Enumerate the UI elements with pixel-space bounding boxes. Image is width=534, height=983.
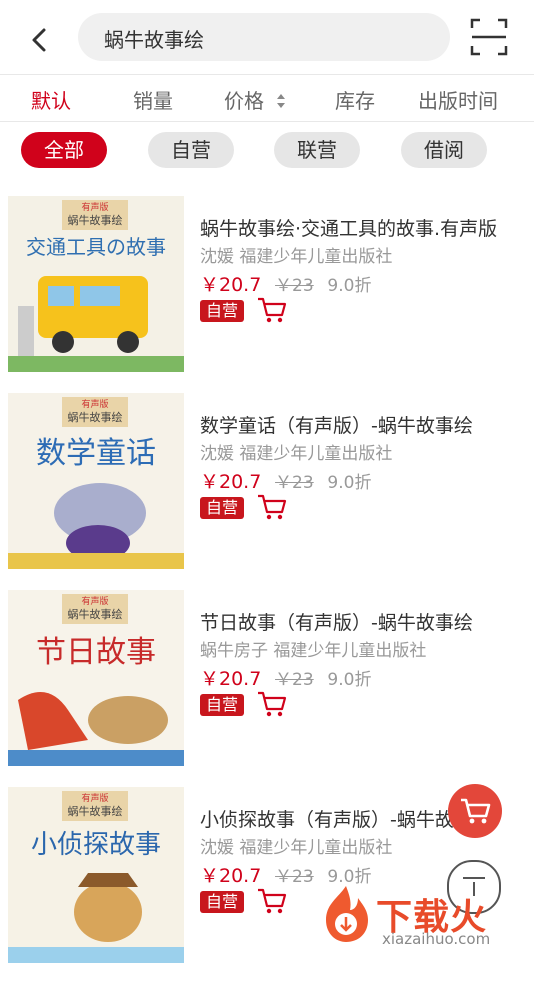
search-input[interactable]: 蜗牛故事绘 bbox=[78, 13, 450, 61]
product-item[interactable]: 有声版 蜗牛故事绘 数学童话 数学童话（有声版）-蜗牛故事绘 沈媛 福建少年儿童… bbox=[0, 393, 534, 589]
cart-icon[interactable] bbox=[256, 493, 288, 521]
product-title: 节日故事（有声版）-蜗牛故事绘 bbox=[200, 612, 473, 634]
cover-title: 节日故事 bbox=[36, 635, 156, 670]
cover-title: 交通工具の故事 bbox=[26, 235, 166, 259]
book-cover: 有声版 蜗牛故事绘 交通工具の故事 bbox=[8, 196, 184, 372]
product-publisher: 福建少年儿童出版社 bbox=[239, 838, 393, 858]
product-discount: 9.0折 bbox=[327, 276, 372, 296]
filter-borrow[interactable]: 借阅 bbox=[401, 132, 487, 168]
price-row: ￥20.7 ￥23 9.0折 bbox=[200, 467, 371, 494]
header: 蜗牛故事绘 bbox=[0, 0, 534, 74]
watermark-sub: xiazaihuo.com bbox=[382, 930, 491, 948]
cart-icon[interactable] bbox=[256, 690, 288, 718]
product-item[interactable]: 有声版 蜗牛故事绘 交通工具の故事 蜗牛故事绘·交通工具的故事.有声版 沈媛 福… bbox=[0, 196, 534, 392]
cover-badge: 有声版 bbox=[81, 792, 108, 804]
scan-icon[interactable] bbox=[470, 18, 508, 56]
product-old-price: ￥23 bbox=[275, 473, 314, 493]
product-price: ￥20.7 bbox=[200, 668, 262, 690]
book-cover: 有声版 蜗牛故事绘 节日故事 bbox=[8, 590, 184, 766]
sort-stock[interactable]: 库存 bbox=[335, 85, 375, 114]
product-discount: 9.0折 bbox=[327, 670, 372, 690]
product-author: 沈媛 福建少年儿童出版社 bbox=[200, 242, 392, 267]
book-cover: 有声版 蜗牛故事绘 数学童话 bbox=[8, 393, 184, 569]
cover-series: 蜗牛故事绘 bbox=[68, 213, 123, 227]
sort-bar: 默认 销量 价格 库存 出版时间 bbox=[0, 74, 534, 122]
product-title: 数学童话（有声版）-蜗牛故事绘 bbox=[200, 415, 473, 437]
cover-series: 蜗牛故事绘 bbox=[68, 410, 123, 424]
product-author-name: 沈媛 bbox=[200, 838, 234, 858]
back-icon[interactable] bbox=[22, 22, 58, 58]
product-author-name: 沈媛 bbox=[200, 444, 234, 464]
cart-icon[interactable] bbox=[256, 887, 288, 915]
cover-title: 数学童话 bbox=[36, 436, 156, 471]
product-price: ￥20.7 bbox=[200, 471, 262, 493]
flame-logo-icon bbox=[326, 886, 368, 942]
product-publisher: 福建少年儿童出版社 bbox=[239, 247, 393, 267]
self-operated-tag: 自营 bbox=[200, 694, 245, 716]
cover-badge: 有声版 bbox=[81, 595, 108, 607]
product-item[interactable]: 有声版 蜗牛故事绘 节日故事 节日故事（有声版）-蜗牛故事绘 蜗牛房子 福建少年… bbox=[0, 590, 534, 786]
product-author-name: 蜗牛房子 bbox=[200, 641, 268, 661]
product-price: ￥20.7 bbox=[200, 274, 262, 296]
sort-sales[interactable]: 销量 bbox=[133, 85, 173, 114]
price-row: ￥20.7 ￥23 9.0折 bbox=[200, 270, 371, 297]
cover-badge: 有声版 bbox=[81, 201, 108, 213]
product-publisher: 福建少年儿童出版社 bbox=[239, 444, 393, 464]
filter-all[interactable]: 全部 bbox=[21, 132, 107, 168]
product-old-price: ￥23 bbox=[275, 276, 314, 296]
sort-pub-time[interactable]: 出版时间 bbox=[418, 85, 498, 114]
product-old-price: ￥23 bbox=[275, 670, 314, 690]
watermark: 下载火 xiazaihuo.com bbox=[318, 880, 534, 949]
product-discount: 9.0折 bbox=[327, 473, 372, 493]
product-author-name: 沈媛 bbox=[200, 247, 234, 267]
search-query: 蜗牛故事绘 bbox=[104, 28, 204, 52]
product-old-price: ￥23 bbox=[275, 867, 314, 887]
price-row: ￥20.7 ￥23 9.0折 bbox=[200, 664, 371, 691]
self-operated-tag: 自营 bbox=[200, 891, 245, 913]
filter-chips: 全部 自营 联营 借阅 bbox=[0, 122, 534, 182]
product-publisher: 福建少年儿童出版社 bbox=[273, 641, 427, 661]
cover-title: 小侦探故事 bbox=[31, 830, 161, 860]
product-title: 蜗牛故事绘·交通工具的故事.有声版 bbox=[200, 218, 498, 240]
filter-joint-operated[interactable]: 联营 bbox=[274, 132, 360, 168]
cart-icon[interactable] bbox=[256, 296, 288, 324]
book-cover: 有声版 蜗牛故事绘 小侦探故事 bbox=[8, 787, 184, 963]
sort-price[interactable]: 价格 bbox=[224, 85, 286, 114]
sort-arrows-icon bbox=[277, 93, 286, 108]
fab-cart-icon bbox=[461, 798, 491, 824]
cover-series: 蜗牛故事绘 bbox=[68, 804, 123, 818]
self-operated-tag: 自营 bbox=[200, 300, 245, 322]
product-author: 沈媛 福建少年儿童出版社 bbox=[200, 439, 392, 464]
product-author: 沈媛 福建少年儿童出版社 bbox=[200, 833, 392, 858]
cover-badge: 有声版 bbox=[81, 398, 108, 410]
sort-default[interactable]: 默认 bbox=[31, 85, 71, 114]
product-author: 蜗牛房子 福建少年儿童出版社 bbox=[200, 636, 426, 661]
floating-cart-button[interactable] bbox=[448, 784, 502, 838]
cover-series: 蜗牛故事绘 bbox=[68, 607, 123, 621]
product-price: ￥20.7 bbox=[200, 865, 262, 887]
sort-price-label: 价格 bbox=[224, 89, 264, 113]
self-operated-tag: 自营 bbox=[200, 497, 245, 519]
filter-self-operated[interactable]: 自营 bbox=[148, 132, 234, 168]
